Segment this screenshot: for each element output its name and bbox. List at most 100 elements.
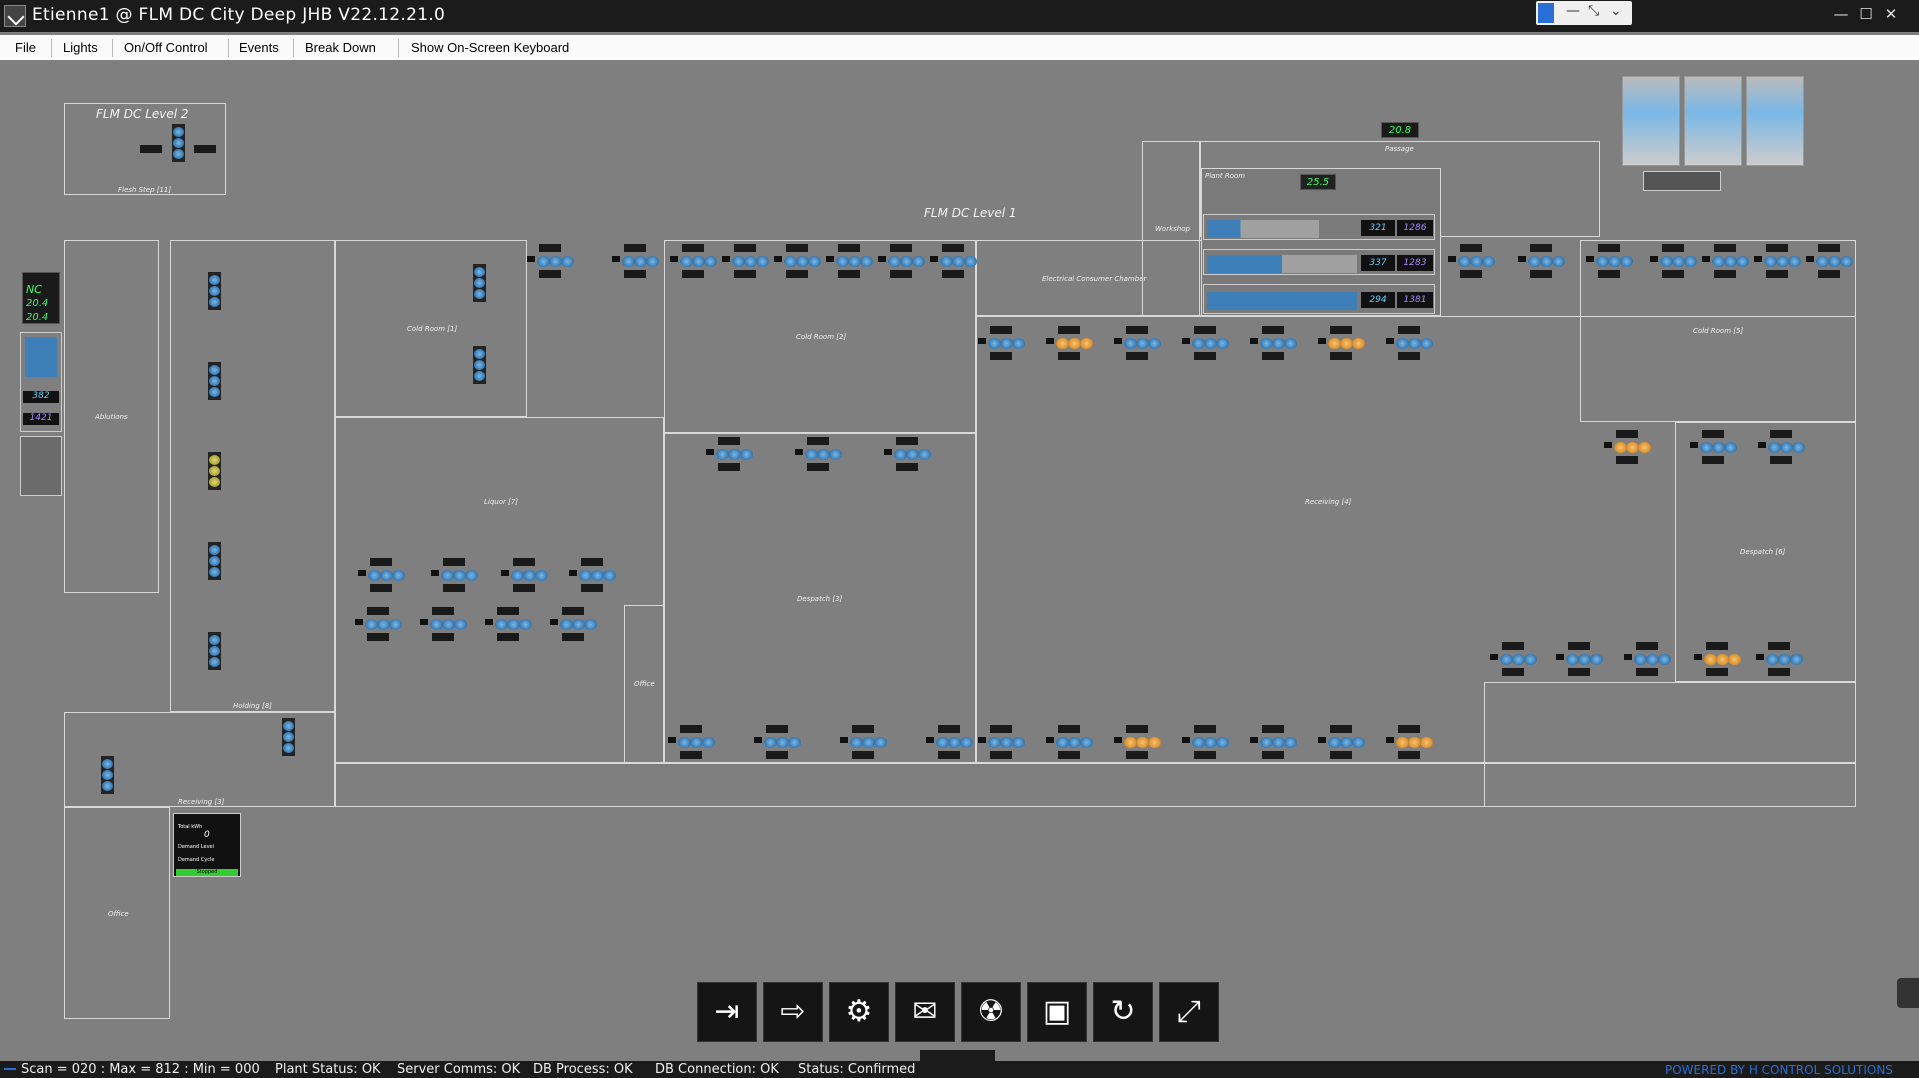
logout-icon[interactable]: ⇨ [763,982,823,1042]
energy-panel[interactable]: Total kWh 0 Demand Level Demand Cycle St… [173,813,241,877]
evap-unit[interactable] [978,735,1028,749]
evap-unit[interactable] [668,735,718,749]
evap-unit[interactable] [795,447,845,461]
menu-onoff-control[interactable]: On/Off Control [124,40,208,55]
menu-file[interactable]: File [15,40,36,55]
evap-unit[interactable] [978,336,1028,350]
evap-unit[interactable] [1702,254,1752,268]
remote-logo-icon [1538,3,1554,23]
room-lower-right [1484,682,1856,807]
remote-collapse-icon[interactable]: ⤡ [1588,3,1599,19]
evap-unit[interactable] [1318,336,1368,350]
evap-unit[interactable] [208,272,221,310]
evap-unit[interactable] [1624,652,1674,666]
evap-unit[interactable] [754,735,804,749]
expand-icon[interactable]: ⤢ [1159,982,1219,1042]
alarm-bell-icon[interactable]: ☢ [961,982,1021,1042]
evap-unit[interactable] [1114,735,1164,749]
menu-lights[interactable]: Lights [63,40,98,55]
rack-a[interactable]: 294 1381 [1203,284,1435,314]
evap-unit[interactable] [208,542,221,580]
condenser-3[interactable] [1746,76,1804,166]
evap-unit[interactable] [884,447,934,461]
evap-unit[interactable] [1490,652,1540,666]
left-status-panel: NC 20.4 20.4 [22,272,60,324]
evap-unit[interactable] [1182,336,1232,350]
evap-unit[interactable] [826,254,876,268]
evap-unit[interactable] [420,617,470,631]
evap-unit[interactable] [774,254,824,268]
evap-unit[interactable] [1694,652,1744,666]
evap-unit[interactable] [1386,336,1436,350]
evap-unit[interactable] [1754,254,1804,268]
evap-unit[interactable] [878,254,928,268]
side-remote-tab[interactable] [1897,978,1919,1008]
evap-unit[interactable] [473,264,486,302]
evap-unit[interactable] [670,254,720,268]
level2-unit[interactable] [172,124,185,162]
save-icon[interactable]: ▣ [1027,982,1087,1042]
maximize-button[interactable]: ☐ [1852,2,1880,26]
evap-unit[interactable] [1586,254,1636,268]
evap-unit[interactable] [612,254,662,268]
remote-minimize-icon[interactable]: — [1566,3,1580,19]
evap-unit[interactable] [473,346,486,384]
condenser-2[interactable] [1684,76,1742,166]
window-title: Etienne1 @ FLM DC City Deep JHB V22.12.2… [32,5,446,25]
evap-unit[interactable] [1114,336,1164,350]
evap-unit[interactable] [550,617,600,631]
remote-handle[interactable] [920,1050,995,1061]
minimize-button[interactable]: — [1827,2,1855,26]
evap-unit[interactable] [208,452,221,490]
evap-unit[interactable] [722,254,772,268]
rack-d-panel[interactable]: 382 1421 [20,332,62,432]
chevron-down-icon[interactable]: ⌄ [1610,3,1622,19]
evap-unit[interactable] [1556,652,1606,666]
evap-unit[interactable] [1756,652,1806,666]
menu-onscreen-keyboard[interactable]: Show On-Screen Keyboard [411,40,569,55]
rack-c[interactable]: 321 1286 [1203,214,1435,240]
evap-unit[interactable] [926,735,976,749]
login-icon[interactable]: ⇥ [697,982,757,1042]
evap-unit[interactable] [1250,735,1300,749]
evap-unit[interactable] [1046,735,1096,749]
evap-unit[interactable] [527,254,577,268]
evap-unit[interactable] [706,447,756,461]
user-settings-icon[interactable]: ⚙ [829,982,889,1042]
evap-unit[interactable] [1046,336,1096,350]
evap-unit[interactable] [101,756,114,794]
mail-icon[interactable]: ✉ [895,982,955,1042]
evap-unit[interactable] [1448,254,1498,268]
plant-temp: 25.5 [1300,174,1336,190]
menu-break-down[interactable]: Break Down [305,40,376,55]
evap-unit[interactable] [569,568,619,582]
evap-unit[interactable] [358,568,408,582]
evap-unit[interactable] [1318,735,1368,749]
evap-unit[interactable] [431,568,481,582]
evap-unit[interactable] [1650,254,1700,268]
refresh-icon[interactable]: ↻ [1093,982,1153,1042]
evap-unit[interactable] [355,617,405,631]
evap-unit[interactable] [485,617,535,631]
evap-unit[interactable] [840,735,890,749]
evap-unit[interactable] [1690,440,1740,454]
evap-unit[interactable] [1758,440,1808,454]
scan-status: Scan = 020 : Max = 812 : Min = 000 [21,1062,260,1077]
close-button[interactable]: ✕ [1877,2,1905,26]
menu-events[interactable]: Events [239,40,279,55]
remote-session-bar[interactable]: — ⤡ ⌄ [1536,1,1632,25]
evap-unit[interactable] [1182,735,1232,749]
evap-unit[interactable] [930,254,980,268]
cond-panel[interactable] [20,436,62,496]
evap-unit[interactable] [1604,440,1654,454]
condenser-1[interactable] [1622,76,1680,166]
evap-unit[interactable] [1518,254,1568,268]
evap-unit[interactable] [1386,735,1436,749]
evap-unit[interactable] [501,568,551,582]
evap-unit[interactable] [208,632,221,670]
evap-unit[interactable] [208,362,221,400]
rack-b[interactable]: 337 1283 [1203,249,1435,275]
evap-unit[interactable] [1250,336,1300,350]
evap-unit[interactable] [282,718,295,756]
evap-unit[interactable] [1806,254,1856,268]
